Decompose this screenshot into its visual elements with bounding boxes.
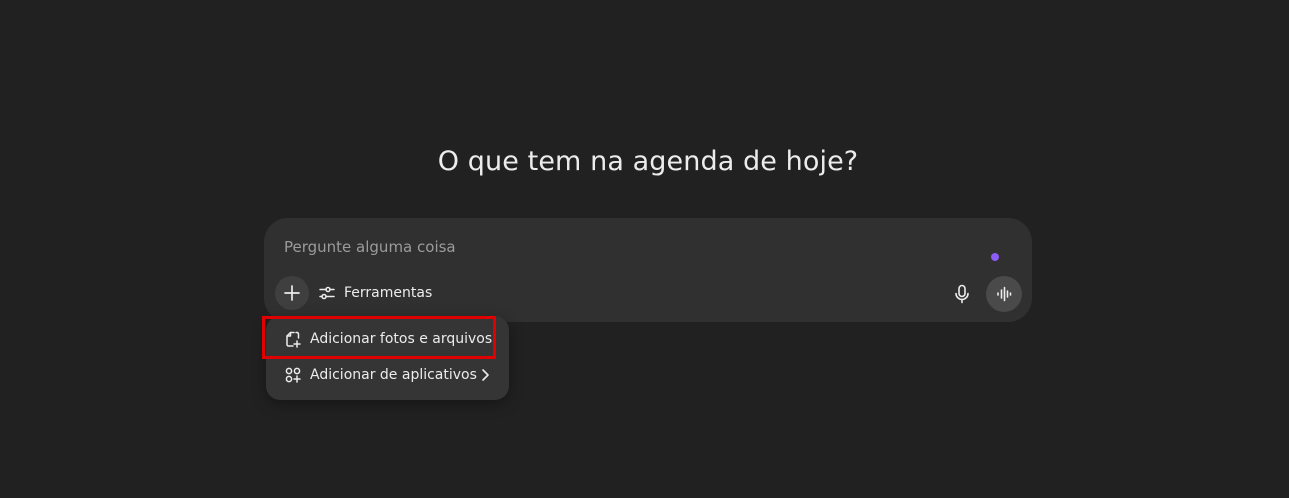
prompt-input[interactable] [284, 232, 944, 262]
attachment-menu: Adicionar fotos e arquivos Adicionar de … [266, 316, 509, 400]
apps-grid-icon [284, 366, 302, 384]
status-dot [991, 253, 999, 261]
menu-item-add-from-apps[interactable]: Adicionar de aplicativos [272, 358, 503, 392]
dictation-button[interactable] [948, 280, 976, 308]
voice-waveform-icon [995, 285, 1013, 303]
microphone-icon [953, 284, 971, 304]
page-headline: O que tem na agenda de hoje? [437, 146, 859, 177]
chevron-right-icon [477, 367, 493, 383]
sliders-icon [318, 284, 336, 302]
menu-item-label: Adicionar de aplicativos [310, 367, 477, 383]
voice-mode-button[interactable] [986, 276, 1022, 312]
plus-icon [283, 284, 301, 302]
prompt-composer: Ferramentas [264, 218, 1032, 322]
chat-home-page: O que tem na agenda de hoje? Ferramentas [0, 0, 1289, 498]
add-file-icon [284, 330, 302, 348]
menu-item-add-photos-files[interactable]: Adicionar fotos e arquivos [272, 322, 503, 356]
tools-label: Ferramentas [344, 285, 433, 301]
add-attachment-button[interactable] [275, 276, 309, 310]
menu-item-label: Adicionar fotos e arquivos [310, 331, 493, 347]
tools-button[interactable]: Ferramentas [318, 281, 432, 305]
